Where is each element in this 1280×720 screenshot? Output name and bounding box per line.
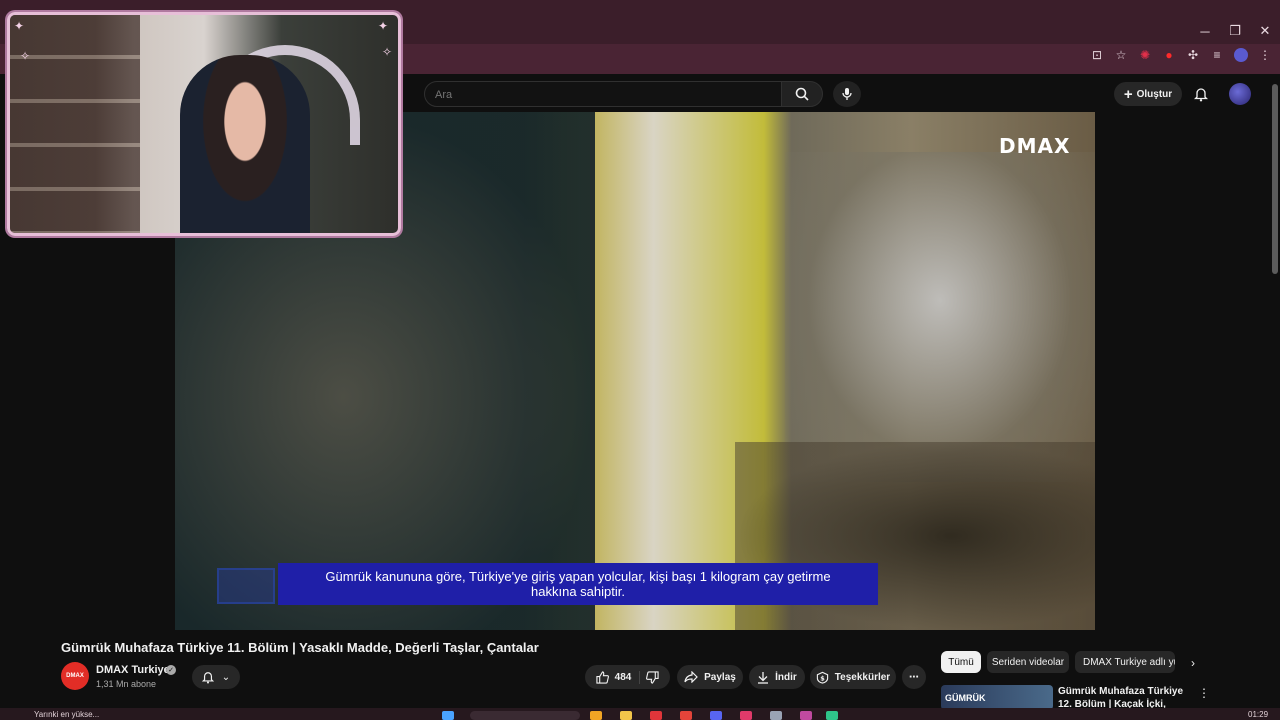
channel-avatar[interactable]: DMAX xyxy=(61,662,89,690)
os-taskbar xyxy=(0,708,1280,720)
subtitle-badge xyxy=(217,568,275,604)
share-icon xyxy=(684,671,698,683)
search-button[interactable] xyxy=(781,81,823,107)
create-button[interactable]: + Oluştur xyxy=(1114,82,1182,106)
scrollbar-thumb[interactable] xyxy=(1272,84,1278,274)
create-label: Oluştur xyxy=(1136,88,1173,100)
bell-icon xyxy=(201,671,214,683)
extension-red-icon[interactable]: ✺ xyxy=(1138,48,1152,62)
thumbs-up-icon xyxy=(596,670,609,684)
video-title: Gümrük Muhafaza Türkiye 11. Bölüm | Yasa… xyxy=(61,640,539,655)
thumbnail-text: GÜMRÜK xyxy=(945,693,986,703)
chip-all[interactable]: Tümü xyxy=(941,651,981,673)
notifications-button[interactable] xyxy=(1190,83,1212,105)
chevron-right-icon[interactable]: › xyxy=(1184,654,1202,672)
star-icon[interactable]: ☆ xyxy=(1114,48,1128,62)
restore-button[interactable]: ❐ xyxy=(1220,18,1250,44)
video-frame-foil xyxy=(785,152,1095,482)
extension-record-icon[interactable]: ● xyxy=(1162,48,1176,62)
download-icon xyxy=(758,671,769,684)
more-actions-button[interactable]: ⋯ xyxy=(902,665,926,689)
chip-series-videos[interactable]: Seriden videolar xyxy=(987,651,1069,673)
voice-search-button[interactable] xyxy=(833,81,861,107)
subtitle-line-1: Gümrük kanununa göre, Türkiye'ye giriş y… xyxy=(325,569,831,584)
dislike-button[interactable] xyxy=(646,670,659,684)
subscriber-count: 1,31 Mn abone xyxy=(96,679,157,689)
more-icon: ⋯ xyxy=(909,671,919,683)
sparkle-icon: ✦ xyxy=(14,19,25,33)
taskbar-app-icon[interactable] xyxy=(650,711,662,720)
search-icon xyxy=(795,87,809,101)
browser-toolbar: ⊡ ☆ ✺ ● ✣ ≡ ⋮ xyxy=(1090,48,1272,62)
dmax-watermark: DMAX xyxy=(999,134,1071,158)
puzzle-icon[interactable]: ✣ xyxy=(1186,48,1200,62)
share-label: Paylaş xyxy=(704,671,736,683)
verified-icon: ✓ xyxy=(166,665,176,675)
thanks-button[interactable]: $ Teşekkürler xyxy=(810,665,896,689)
account-avatar[interactable] xyxy=(1229,83,1251,105)
like-button[interactable]: 484 xyxy=(596,670,641,684)
taskbar-app-icon[interactable] xyxy=(590,711,602,720)
microphone-icon xyxy=(842,88,852,100)
plus-icon: + xyxy=(1123,85,1133,103)
share-button[interactable]: Paylaş xyxy=(677,665,743,689)
window-controls: ─ ❐ ✕ xyxy=(1190,18,1280,44)
profile-icon[interactable] xyxy=(1234,48,1248,62)
taskbar-search-icon[interactable] xyxy=(470,711,580,720)
tab-list-icon[interactable]: ≡ xyxy=(1210,48,1224,62)
subscription-bell-button[interactable]: ⌄ xyxy=(192,665,240,689)
taskbar-folder-icon[interactable] xyxy=(620,711,632,720)
taskbar-app-icon[interactable] xyxy=(740,711,752,720)
thumbs-down-icon xyxy=(646,670,659,684)
sparkle-icon: ✦ xyxy=(378,19,389,33)
subtitle-line-2: hakkına sahiptir. xyxy=(531,584,625,599)
windows-start-icon[interactable] xyxy=(442,711,454,720)
minimize-button[interactable]: ─ xyxy=(1190,18,1220,44)
recommendation-thumbnail[interactable]: GÜMRÜK xyxy=(941,685,1053,710)
kebab-icon[interactable]: ⋮ xyxy=(1198,686,1210,700)
chevron-down-icon: ⌄ xyxy=(221,671,231,683)
webcam-overlay: ✦ ✦ ✧ ✧ xyxy=(7,12,401,236)
taskbar-app-icon[interactable] xyxy=(826,711,838,720)
subtitle-box: Gümrük kanununa göre, Türkiye'ye giriş y… xyxy=(278,563,878,605)
channel-name[interactable]: DMAX Turkiye xyxy=(96,664,170,676)
bell-icon xyxy=(1194,87,1208,101)
taskbar-clock[interactable]: 01:29 xyxy=(1248,710,1268,719)
chip-channel-videos[interactable]: DMAX Turkiye adlı yü xyxy=(1075,651,1175,673)
taskbar-app-icon[interactable] xyxy=(800,711,812,720)
sparkle-icon: ✧ xyxy=(20,49,31,63)
sparkle-icon: ✧ xyxy=(382,45,393,59)
close-button[interactable]: ✕ xyxy=(1250,18,1280,44)
kebab-icon[interactable]: ⋮ xyxy=(1258,48,1272,62)
webcam-person xyxy=(180,55,310,233)
install-icon[interactable]: ⊡ xyxy=(1090,48,1104,62)
svg-text:$: $ xyxy=(820,674,825,682)
thanks-label: Teşekkürler xyxy=(834,671,891,683)
search-input[interactable] xyxy=(435,86,765,104)
recommendation-title[interactable]: Gümrük Muhafaza Türkiye 12. Bölüm | Kaça… xyxy=(1058,685,1193,710)
like-dislike-group: 484 xyxy=(585,665,670,689)
download-button[interactable]: İndir xyxy=(749,665,805,689)
search-box[interactable] xyxy=(424,81,782,107)
taskbar-discord-icon[interactable] xyxy=(710,711,722,720)
download-label: İndir xyxy=(775,671,797,683)
thanks-icon: $ xyxy=(816,671,828,684)
taskbar-app-icon[interactable] xyxy=(770,711,782,720)
like-count: 484 xyxy=(614,671,632,683)
taskbar-weather-status[interactable]: Yarınki en yükse... xyxy=(34,710,99,719)
taskbar-chrome-icon[interactable] xyxy=(680,711,692,720)
